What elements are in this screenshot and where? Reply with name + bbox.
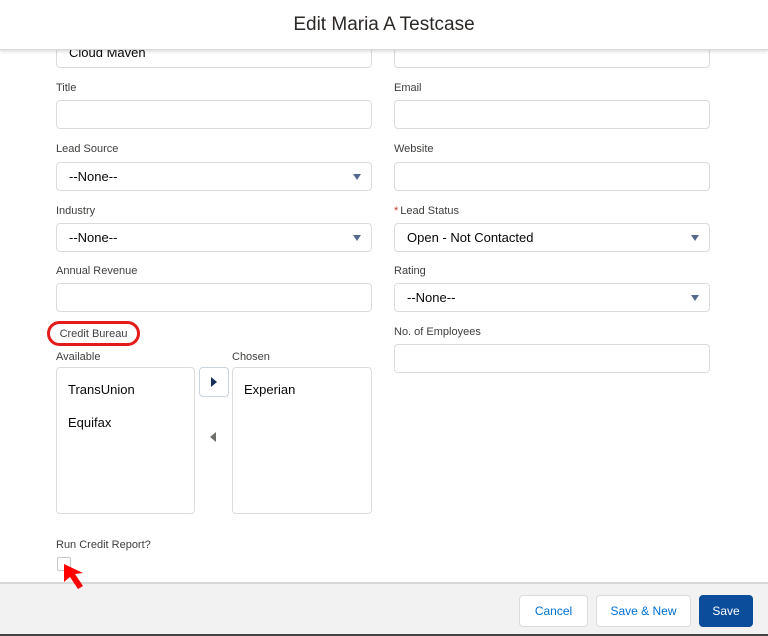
run-credit-report-label: Run Credit Report? — [56, 539, 151, 551]
annual-revenue-input[interactable] — [56, 283, 372, 312]
rating-label: Rating — [394, 265, 426, 277]
lead-source-value: --None-- — [69, 169, 118, 184]
chevron-down-icon — [691, 235, 699, 241]
save-and-new-button[interactable]: Save & New — [596, 595, 691, 627]
employees-input[interactable] — [394, 344, 710, 373]
modal-body: Cloud Maven Title Email Lead Source --No… — [0, 0, 768, 582]
available-listbox[interactable]: TransUnion Equifax — [56, 367, 195, 514]
rating-select[interactable]: --None-- — [394, 283, 710, 312]
rating-value: --None-- — [407, 290, 456, 305]
cursor-arrow-icon — [64, 564, 83, 589]
lead-source-label: Lead Source — [56, 143, 119, 155]
title-label: Title — [56, 82, 77, 94]
available-label: Available — [56, 351, 101, 363]
list-option-transunion[interactable]: TransUnion — [68, 382, 135, 397]
website-label: Website — [394, 143, 434, 155]
industry-select[interactable]: --None-- — [56, 223, 372, 252]
required-marker: * — [394, 205, 399, 217]
email-input[interactable] — [394, 100, 710, 129]
lead-source-select[interactable]: --None-- — [56, 162, 372, 191]
modal-header: Edit Maria A Testcase — [0, 0, 768, 50]
move-to-available-button[interactable] — [210, 432, 216, 442]
cancel-button[interactable]: Cancel — [519, 595, 588, 627]
industry-value: --None-- — [69, 230, 118, 245]
employees-label: No. of Employees — [394, 326, 481, 338]
move-to-chosen-button[interactable] — [199, 367, 229, 397]
website-input[interactable] — [394, 162, 710, 191]
annual-revenue-label: Annual Revenue — [56, 265, 138, 277]
credit-bureau-highlight: Credit Bureau — [47, 321, 140, 346]
lead-status-label-text: Lead Status — [400, 205, 459, 217]
chosen-label: Chosen — [232, 351, 270, 363]
modal-footer: Cancel Save & New Save — [0, 582, 768, 636]
chevron-down-icon — [353, 174, 361, 180]
email-label: Email — [394, 82, 422, 94]
chosen-listbox[interactable]: Experian — [232, 367, 372, 514]
industry-label: Industry — [56, 205, 96, 217]
lead-status-label: * Lead Status — [394, 205, 459, 217]
arrow-right-icon — [211, 377, 217, 387]
credit-bureau-label: Credit Bureau — [59, 327, 128, 340]
save-button[interactable]: Save — [699, 595, 753, 627]
lead-status-select[interactable]: Open - Not Contacted — [394, 223, 710, 252]
title-input[interactable] — [56, 100, 372, 129]
lead-status-value: Open - Not Contacted — [407, 230, 534, 245]
chevron-down-icon — [691, 295, 699, 301]
chevron-down-icon — [353, 235, 361, 241]
list-option-equifax[interactable]: Equifax — [68, 415, 111, 430]
list-option-experian[interactable]: Experian — [244, 382, 295, 397]
modal-title: Edit Maria A Testcase — [293, 13, 475, 35]
